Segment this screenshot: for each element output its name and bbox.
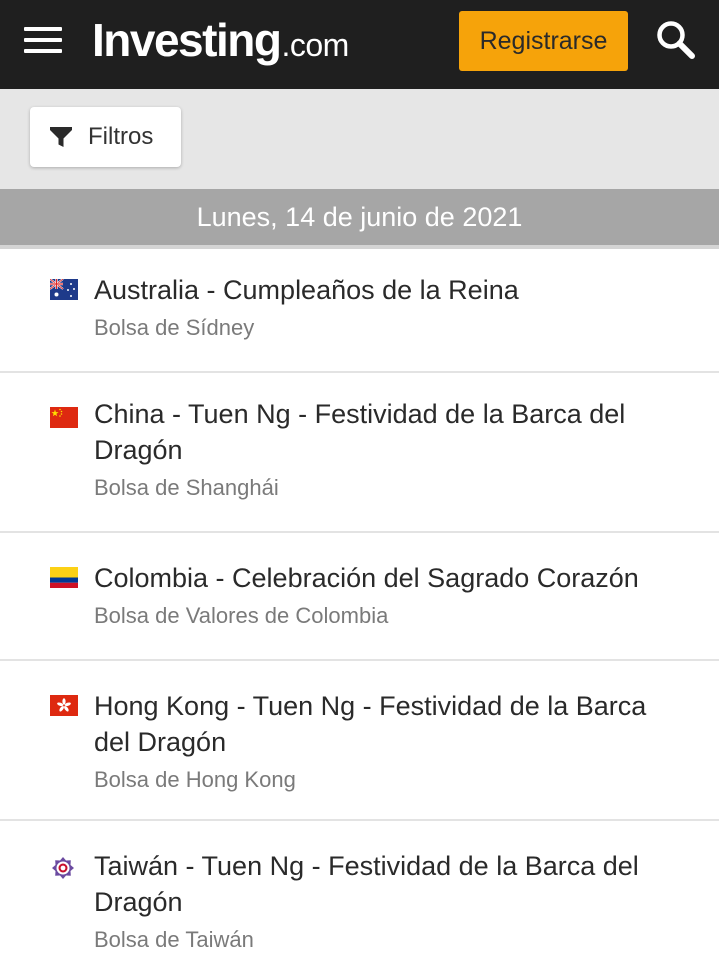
register-button[interactable]: Registrarse	[459, 11, 628, 71]
holiday-exchange: Bolsa de Valores de Colombia	[94, 603, 389, 628]
holiday-title: Colombia - Celebración del Sagrado Coraz…	[94, 563, 639, 593]
search-icon[interactable]	[654, 18, 698, 62]
colombia-flag-icon	[50, 567, 78, 588]
holiday-row[interactable]: Colombia - Celebración del Sagrado Coraz…	[0, 533, 719, 661]
holiday-title: Australia - Cumpleaños de la Reina	[94, 275, 519, 305]
holiday-exchange: Bolsa de Taiwán	[94, 927, 254, 952]
funnel-icon	[50, 127, 72, 147]
holiday-list: Australia - Cumpleaños de la Reina Bolsa…	[0, 249, 719, 961]
investing-logo[interactable]: Investing.com	[92, 12, 349, 68]
filter-bar: Filtros	[0, 89, 719, 189]
holiday-title: Hong Kong - Tuen Ng - Festividad de la B…	[94, 691, 647, 757]
holiday-row[interactable]: China - Tuen Ng - Festividad de la Barca…	[0, 373, 719, 533]
holiday-title: China - Tuen Ng - Festividad de la Barca…	[94, 399, 626, 465]
logo-main-text: Investing	[92, 14, 282, 66]
taiwan-flag-icon	[52, 857, 74, 879]
holiday-row[interactable]: Australia - Cumpleaños de la Reina Bolsa…	[0, 249, 719, 373]
hamburger-menu-icon[interactable]	[24, 27, 62, 53]
holiday-title: Taiwán - Tuen Ng - Festividad de la Barc…	[94, 851, 639, 917]
hong-kong-flag-icon	[50, 695, 78, 716]
filters-button[interactable]: Filtros	[30, 107, 181, 167]
holiday-exchange: Bolsa de Sídney	[94, 315, 255, 340]
holiday-row[interactable]: Taiwán - Tuen Ng - Festividad de la Barc…	[0, 821, 719, 961]
logo-suffix-text: .com	[281, 27, 349, 63]
china-flag-icon	[50, 407, 78, 428]
date-header: Lunes, 14 de junio de 2021	[0, 189, 719, 245]
holiday-exchange: Bolsa de Shanghái	[94, 475, 279, 500]
top-navigation-bar: Investing.com Registrarse	[0, 0, 719, 89]
filters-button-label: Filtros	[88, 123, 154, 150]
australia-flag-icon	[50, 279, 78, 300]
holiday-row[interactable]: Hong Kong - Tuen Ng - Festividad de la B…	[0, 661, 719, 821]
holiday-exchange: Bolsa de Hong Kong	[94, 767, 296, 792]
